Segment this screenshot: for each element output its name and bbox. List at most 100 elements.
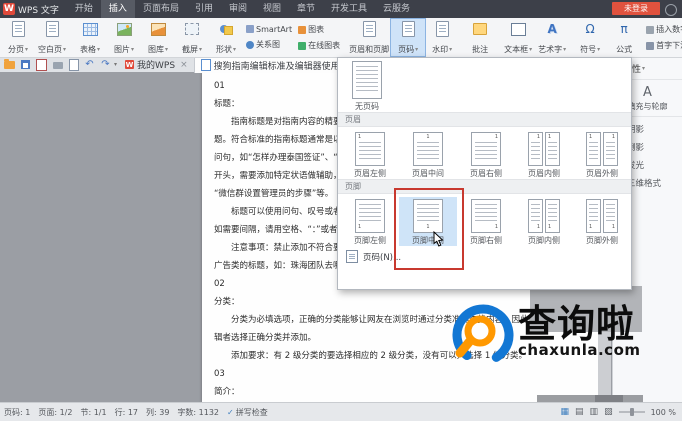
tab-section[interactable]: 章节: [289, 0, 323, 18]
tab-cloud[interactable]: 云服务: [375, 0, 418, 18]
view-mode-outline-icon[interactable]: ▥: [590, 408, 599, 417]
view-mode-print-icon[interactable]: ▦: [561, 408, 570, 417]
skin-icon[interactable]: [665, 4, 677, 16]
online-chart-button[interactable]: 在线图表: [298, 40, 340, 51]
comment-icon: [473, 21, 487, 37]
doc-line: 简介：: [214, 383, 586, 401]
option-footer-right[interactable]: 1 页脚右侧: [457, 197, 515, 246]
page-number-dialog-icon: [346, 250, 358, 263]
login-button[interactable]: 未登录: [612, 2, 660, 15]
ribbon: 分页 空白页 表格 图片 图库 截屏: [0, 18, 682, 58]
option-header-left[interactable]: 1 页眉左侧: [341, 130, 399, 179]
document-tab-icon: [201, 59, 211, 71]
status-word-count[interactable]: 字数: 1132: [177, 407, 219, 418]
gallery-button[interactable]: 图库: [141, 19, 175, 56]
online-chart-icon: [298, 42, 306, 50]
footer-options-row: 1 页脚左侧 1 页脚中间 1 页脚右侧 1 1 页脚内侧 1: [338, 194, 631, 246]
page-number-button[interactable]: 页码: [391, 19, 425, 56]
relation-chart-icon: [246, 41, 254, 49]
status-section: 节: 1/1: [80, 407, 106, 418]
zoom-level[interactable]: 100 %: [651, 408, 676, 417]
spell-check-toggle[interactable]: ✓ 拼写检查: [227, 407, 268, 418]
textbox-button[interactable]: 文本框: [501, 19, 535, 56]
wps-tab-icon: W: [125, 60, 134, 69]
page-number-more-item[interactable]: 页码(N)...: [338, 246, 631, 263]
option-header-right[interactable]: 1 页眉右侧: [457, 130, 515, 179]
option-header-outside[interactable]: 1 1 页眉外侧: [573, 130, 631, 179]
symbol-button[interactable]: Ω 符号: [573, 19, 607, 56]
title-bar: W WPS 文字 开始 插入 页面布局 引用 审阅 视图 章节 开发工具 云服务…: [0, 0, 682, 18]
watermark: 查询啦 chaxunla.com: [450, 303, 641, 369]
table-icon: [83, 21, 98, 37]
textbox-icon: [511, 21, 526, 37]
undo-icon[interactable]: ↶: [83, 59, 96, 71]
export-pdf-icon[interactable]: [35, 59, 48, 71]
option-header-inside[interactable]: 1 1 页眉内侧: [515, 130, 573, 179]
ribbon-group-comment: 批注: [462, 18, 498, 57]
option-footer-left[interactable]: 1 页脚左侧: [341, 197, 399, 246]
drop-cap-button[interactable]: 首字下沉: [646, 40, 682, 51]
table-button[interactable]: 表格: [73, 19, 107, 56]
app-logo[interactable]: W WPS 文字: [0, 3, 67, 16]
open-file-icon[interactable]: [3, 59, 16, 71]
page-break-button[interactable]: 分页: [1, 19, 35, 56]
doc-tab-home[interactable]: W 我的WPS ×: [119, 57, 194, 72]
status-page-count: 页面: 1/2: [38, 407, 72, 418]
print-icon[interactable]: [51, 59, 64, 71]
zoom-slider[interactable]: [619, 411, 645, 413]
redo-icon[interactable]: ↷: [99, 59, 112, 71]
picture-icon: [117, 21, 132, 37]
comment-button[interactable]: 批注: [463, 19, 497, 56]
status-page-number: 页码: 1: [4, 407, 30, 418]
blank-page-button[interactable]: 空白页: [35, 19, 69, 56]
gallery-icon: [151, 21, 166, 37]
equation-button[interactable]: π 公式: [607, 19, 641, 56]
shapes-button[interactable]: 形状: [209, 19, 243, 56]
tab-page-layout[interactable]: 页面布局: [135, 0, 187, 18]
screenshot-button[interactable]: 截屏: [175, 19, 209, 56]
smartart-button[interactable]: SmartArt: [246, 25, 292, 34]
pi-icon: π: [620, 21, 627, 37]
chart-column: 图表 在线图表: [295, 19, 343, 56]
close-icon[interactable]: ×: [180, 60, 188, 70]
wordart-button[interactable]: A 艺术字: [535, 19, 569, 56]
option-footer-outside[interactable]: 1 1 页脚外侧: [573, 197, 631, 246]
option-header-center[interactable]: 1 页眉中间: [399, 130, 457, 179]
save-icon[interactable]: [19, 59, 32, 71]
ribbon-group-header-footer: 页眉和页脚 页码 水印: [346, 18, 460, 57]
toolbar-caret-icon[interactable]: ▾: [114, 61, 117, 68]
app-name: WPS 文字: [18, 3, 59, 16]
smartart-icon: [246, 25, 254, 33]
status-line: 行: 17: [115, 407, 138, 418]
status-bar: 页码: 1 页面: 1/2 节: 1/1 行: 17 列: 39 字数: 113…: [0, 402, 682, 421]
chart-button[interactable]: 图表: [298, 24, 340, 35]
tab-insert[interactable]: 插入: [101, 0, 135, 18]
option-no-page-number[interactable]: 无页码: [352, 61, 382, 112]
insert-number-button[interactable]: 插入数字: [646, 24, 682, 35]
view-mode-web-icon[interactable]: ▤: [575, 408, 584, 417]
insert-number-column: 插入数字 首字下沉: [643, 19, 682, 56]
mouse-cursor: [433, 231, 444, 251]
header-footer-button[interactable]: 页眉和页脚: [347, 19, 391, 56]
tab-home[interactable]: 开始: [67, 0, 101, 18]
section-header-header: 页眉: [338, 112, 631, 127]
relation-chart-button[interactable]: 关系图: [246, 39, 292, 50]
page-break-icon: [12, 21, 25, 37]
option-footer-inside[interactable]: 1 1 页脚内侧: [515, 197, 573, 246]
print-preview-icon[interactable]: [67, 59, 80, 71]
watermark-button[interactable]: 水印: [425, 19, 459, 56]
blank-page-icon: [46, 21, 59, 37]
tab-view[interactable]: 视图: [255, 0, 289, 18]
tab-developer[interactable]: 开发工具: [323, 0, 375, 18]
watermark-icon: [436, 21, 449, 37]
screenshot-icon: [185, 21, 199, 37]
chart-icon: [298, 26, 306, 34]
option-footer-center-selected[interactable]: 1 页脚中间: [399, 197, 457, 246]
header-footer-icon: [363, 21, 376, 37]
view-mode-fullscreen-icon[interactable]: ▧: [604, 408, 613, 417]
zoom-slider-knob[interactable]: [630, 408, 634, 416]
tab-references[interactable]: 引用: [187, 0, 221, 18]
omega-icon: Ω: [586, 21, 595, 37]
tab-review[interactable]: 审阅: [221, 0, 255, 18]
picture-button[interactable]: 图片: [107, 19, 141, 56]
